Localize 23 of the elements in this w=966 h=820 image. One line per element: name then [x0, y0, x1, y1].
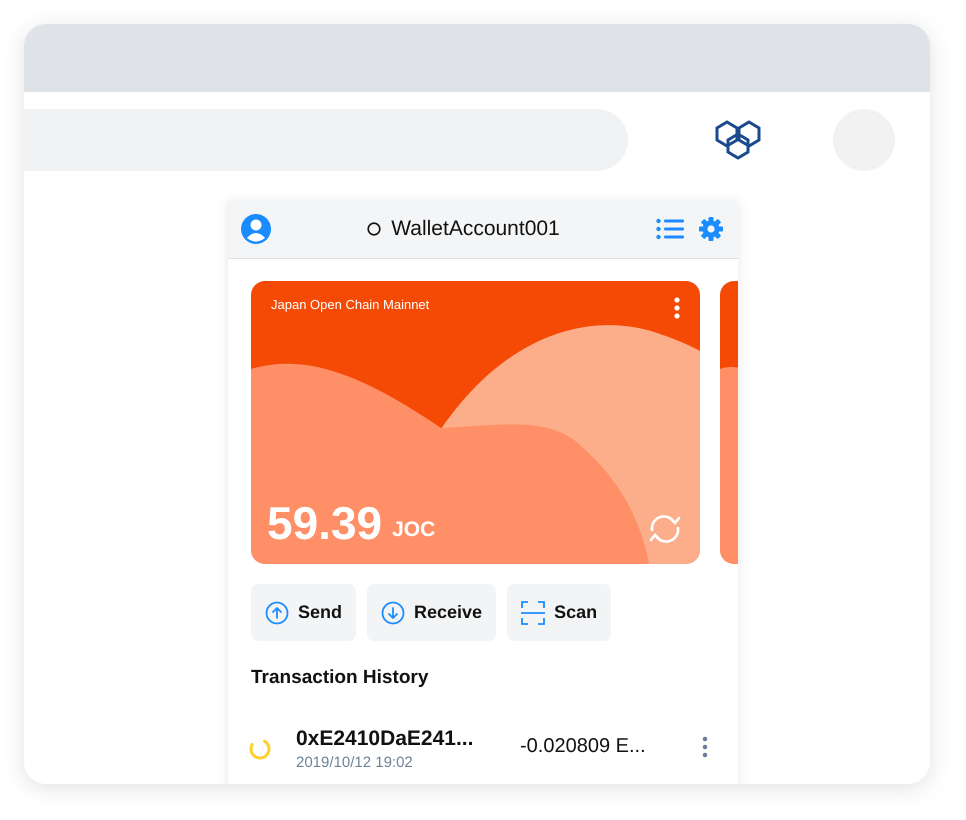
tx-address[interactable]: 0xE2410DaE241... [296, 727, 511, 751]
user-icon[interactable] [241, 214, 271, 244]
currency-unit: JOC [392, 518, 436, 542]
scan-button[interactable]: Scan [507, 584, 612, 641]
receive-button[interactable]: Receive [367, 584, 496, 641]
tx-time: 2019/10/12 19:02 [296, 754, 414, 771]
list-icon[interactable] [656, 218, 684, 240]
tx-amount: -0.020809 E... [520, 734, 647, 758]
account-name[interactable]: WalletAccount001 [391, 217, 560, 241]
balance-amount: 59.39 [267, 500, 382, 546]
arrow-down-icon [381, 600, 406, 624]
settings-icon[interactable] [698, 216, 724, 242]
wallet-card[interactable]: Japan Open Chain Mainnet 59.39 JOC [251, 281, 700, 564]
more-icon[interactable] [702, 736, 708, 758]
next-card[interactable] [720, 281, 738, 564]
scan-icon [521, 600, 546, 624]
send-button[interactable]: Send [251, 584, 356, 641]
arrow-up-icon [265, 600, 289, 624]
section-title: Transaction History [250, 666, 430, 689]
more-icon[interactable] [674, 297, 680, 319]
hexagons-icon[interactable] [713, 119, 763, 161]
status-circle-icon [367, 222, 382, 236]
network-name: Japan Open Chain Mainnet [271, 297, 430, 312]
